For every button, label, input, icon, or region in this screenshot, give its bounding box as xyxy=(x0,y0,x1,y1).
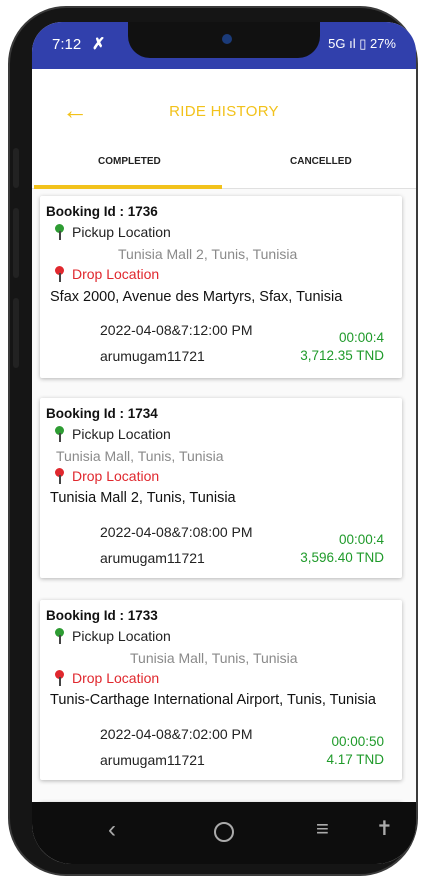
drop-label: Drop Location xyxy=(72,468,160,484)
status-indicators: 5G ıl ▯ 27% xyxy=(328,36,396,51)
pickup-label: Pickup Location xyxy=(72,224,171,240)
tab-completed[interactable]: COMPLETED xyxy=(98,156,161,167)
camera-icon xyxy=(222,34,232,44)
ride-datetime: 2022-04-08&7:12:00 PM xyxy=(100,322,253,338)
system-nav-bar: ‹ ≡ ✝ xyxy=(32,802,416,864)
ride-duration: 00:00:4 xyxy=(338,330,384,345)
notification-icon: ✗ xyxy=(92,36,106,53)
ride-tabs: COMPLETED CANCELLED xyxy=(32,142,416,189)
drop-address: Sfax 2000, Avenue des Martyrs, Sfax, Tun… xyxy=(50,289,343,305)
booking-id: Booking Id : 1733 xyxy=(46,608,158,623)
drop-pin-icon xyxy=(54,266,66,282)
pickup-pin-icon xyxy=(54,224,66,240)
power-button xyxy=(13,298,19,368)
drop-pin-icon xyxy=(54,468,66,484)
ride-amount: 3,712.35 TND xyxy=(300,348,384,363)
nav-back-icon[interactable]: ‹ xyxy=(108,816,116,844)
drop-address: Tunis-Carthage International Airport, Tu… xyxy=(50,692,376,708)
driver-username: arumugam11721 xyxy=(100,348,205,364)
drop-address: Tunisia Mall 2, Tunis, Tunisia xyxy=(50,490,236,506)
ride-card[interactable]: Booking Id : 1733 Pickup Location Tunisi… xyxy=(40,600,402,780)
volume-down-button xyxy=(13,208,19,278)
ride-card[interactable]: Booking Id : 1734 Pickup Location Tunisi… xyxy=(40,398,402,578)
drop-label: Drop Location xyxy=(72,670,160,686)
ride-amount: 4.17 TND xyxy=(326,752,384,767)
ride-amount: 3,596.40 TND xyxy=(300,550,384,565)
pickup-pin-icon xyxy=(54,628,66,644)
ride-datetime: 2022-04-08&7:02:00 PM xyxy=(100,726,253,742)
ride-card[interactable]: Booking Id : 1736 Pickup Location Tunisi… xyxy=(40,196,402,378)
booking-id: Booking Id : 1734 xyxy=(46,406,158,421)
page-title: RIDE HISTORY xyxy=(169,103,279,120)
drop-label: Drop Location xyxy=(72,266,160,282)
pickup-pin-icon xyxy=(54,426,66,442)
nav-recents-icon[interactable]: ≡ xyxy=(316,816,329,842)
drop-pin-icon xyxy=(54,670,66,686)
pickup-label: Pickup Location xyxy=(72,628,171,644)
driver-username: arumugam11721 xyxy=(100,752,205,768)
ride-duration: 00:00:50 xyxy=(331,734,384,749)
phone-screen: 7:12 ✗ 5G ıl ▯ 27% ← RIDE HISTORY COMPLE… xyxy=(32,22,416,864)
booking-id: Booking Id : 1736 xyxy=(46,204,158,219)
driver-username: arumugam11721 xyxy=(100,550,205,566)
status-bar: 7:12 ✗ 5G ıl ▯ 27% xyxy=(32,22,416,69)
ride-datetime: 2022-04-08&7:08:00 PM xyxy=(100,524,253,540)
tab-cancelled[interactable]: CANCELLED xyxy=(290,156,352,167)
ride-list[interactable]: Booking Id : 1736 Pickup Location Tunisi… xyxy=(32,192,416,862)
accessibility-icon[interactable]: ✝ xyxy=(376,816,393,841)
ride-duration: 00:00:4 xyxy=(338,532,384,547)
nav-home-icon[interactable] xyxy=(214,822,234,842)
active-tab-indicator xyxy=(34,185,222,189)
volume-up-button xyxy=(13,148,19,188)
pickup-address: Tunisia Mall, Tunis, Tunisia xyxy=(130,650,298,666)
status-time: 7:12 xyxy=(52,36,82,53)
pickup-address: Tunisia Mall, Tunis, Tunisia xyxy=(56,448,224,464)
pickup-label: Pickup Location xyxy=(72,426,171,442)
pickup-address: Tunisia Mall 2, Tunis, Tunisia xyxy=(118,246,298,262)
